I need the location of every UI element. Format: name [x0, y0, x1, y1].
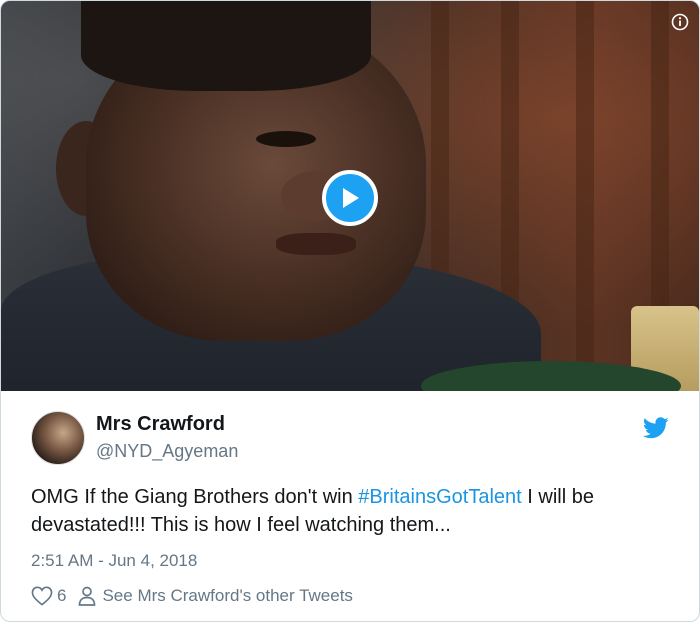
person-icon: [79, 586, 96, 606]
twitter-bird-icon[interactable]: [643, 417, 669, 439]
author-handle[interactable]: @NYD_Agyeman: [96, 441, 238, 462]
play-button[interactable]: [322, 170, 378, 226]
video-person-mouth: [276, 233, 356, 255]
like-count[interactable]: 6: [57, 586, 66, 606]
other-tweets-link[interactable]: See Mrs Crawford's other Tweets: [102, 586, 352, 606]
tweet-video-media[interactable]: [1, 1, 699, 391]
author-name[interactable]: Mrs Crawford: [96, 413, 225, 436]
tweet-body: Mrs Crawford @NYD_Agyeman OMG If the Gia…: [1, 391, 699, 621]
tweet-timestamp[interactable]: 2:51 AM - Jun 4, 2018: [31, 551, 197, 571]
tweet-text: OMG If the Giang Brothers don't win #Bri…: [31, 483, 671, 539]
info-icon[interactable]: [671, 13, 689, 31]
embedded-tweet-card: Mrs Crawford @NYD_Agyeman OMG If the Gia…: [0, 0, 700, 622]
avatar[interactable]: [31, 411, 85, 465]
heart-icon[interactable]: [31, 586, 53, 606]
tweet-actions: 6 See Mrs Crawford's other Tweets: [31, 586, 353, 606]
hashtag-link[interactable]: #BritainsGotTalent: [358, 486, 521, 508]
video-person-hair: [81, 1, 371, 91]
tweet-text-start: OMG If the Giang Brothers don't win: [31, 486, 359, 508]
video-person-eye: [256, 131, 316, 147]
play-icon: [343, 188, 359, 208]
curtain-stripe: [576, 1, 594, 391]
